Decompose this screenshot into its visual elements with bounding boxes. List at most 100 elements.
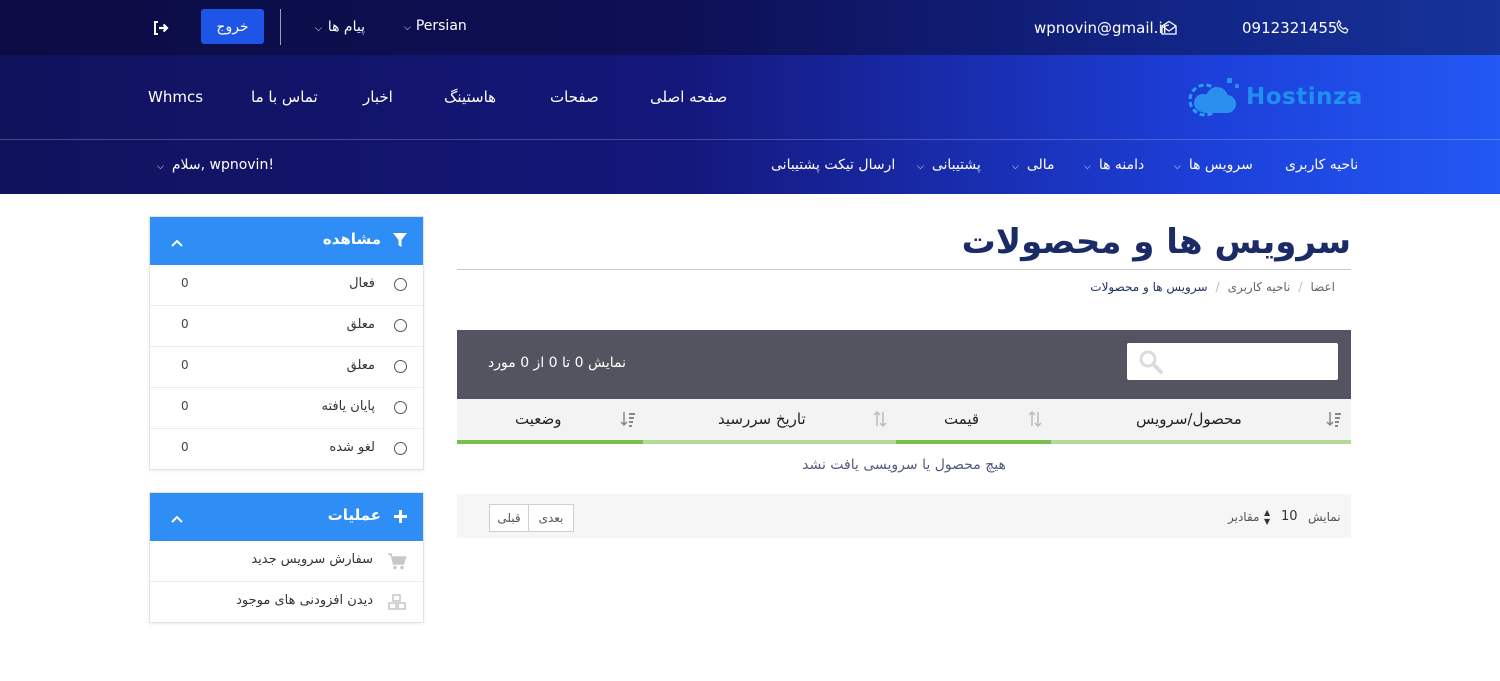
title-underline xyxy=(457,269,1351,270)
sort-desc-icon[interactable] xyxy=(620,410,636,428)
chevron-down-icon: ⌵ xyxy=(1012,162,1019,172)
filter-item[interactable]: فعال 0 xyxy=(150,265,423,306)
panel-title: عملیات xyxy=(327,506,381,524)
client-nav-billing[interactable]: ⌵ مالی xyxy=(1012,157,1055,173)
filter-panel: مشاهده فعال 0 معلق 0 معلق 0 پایان یافته … xyxy=(149,216,424,470)
client-nav-label: سرویس ها xyxy=(1188,157,1253,173)
breadcrumb: اعضا / ناحیه کاربری / سرویس ها و محصولات xyxy=(1090,280,1335,294)
client-nav-area[interactable]: ناحیه کاربری xyxy=(1285,157,1358,173)
messages-menu[interactable]: ⌵ پیام ها xyxy=(315,19,365,35)
client-nav-label: دامنه ها xyxy=(1098,157,1145,173)
language-label: Persian xyxy=(415,18,467,34)
nav-home[interactable]: صفحه اصلی xyxy=(650,88,727,106)
filter-count: 0 xyxy=(181,317,189,331)
radio-icon[interactable] xyxy=(394,278,407,291)
divider xyxy=(280,9,281,45)
language-select[interactable]: ⌵ Persian xyxy=(404,18,467,34)
column-product[interactable]: محصول/سرویس xyxy=(1136,410,1242,428)
filter-count: 0 xyxy=(181,358,189,372)
filter-label: فعال xyxy=(349,276,375,291)
chevron-down-icon: ⌵ xyxy=(1084,162,1091,172)
cubes-icon xyxy=(387,594,407,611)
radio-icon[interactable] xyxy=(394,319,407,332)
radio-icon[interactable] xyxy=(394,401,407,414)
chevron-down-icon: ⌵ xyxy=(315,24,322,34)
filter-label: معلق xyxy=(346,317,375,332)
actions-panel: عملیات سفارش سرویس جدید دیدن افزودنی های… xyxy=(149,492,424,623)
breadcrumb-item[interactable]: اعضا xyxy=(1310,280,1335,294)
phone-number[interactable]: 0912321455 xyxy=(1242,19,1337,37)
chevron-down-icon: ⌵ xyxy=(404,23,411,33)
nav-news[interactable]: اخبار xyxy=(363,88,393,106)
client-nav-label: پشتیبانی xyxy=(931,157,981,173)
select-arrows-icon: ▲ ▼ xyxy=(1264,508,1271,526)
greeting-label: سلام, wpnovin! xyxy=(171,157,274,173)
action-label: دیدن افزودنی های موجود xyxy=(236,593,373,608)
filter-label: معلق xyxy=(346,358,375,373)
table-footer xyxy=(457,494,1351,538)
messages-label: پیام ها xyxy=(327,19,365,35)
column-status[interactable]: وضعیت xyxy=(515,410,561,428)
client-nav-domains[interactable]: ⌵ دامنه ها xyxy=(1084,157,1144,173)
filter-icon xyxy=(392,232,408,249)
column-accent xyxy=(643,440,896,444)
radio-icon[interactable] xyxy=(394,360,407,373)
radio-icon[interactable] xyxy=(394,442,407,455)
sign-out-icon[interactable] xyxy=(152,20,170,36)
nav-whmcs[interactable]: Whmcs xyxy=(148,88,203,106)
panel-title: مشاهده xyxy=(322,230,381,248)
email-link[interactable]: wpnovin@gmail.ir xyxy=(1034,19,1169,37)
filter-count: 0 xyxy=(181,399,189,413)
breadcrumb-item[interactable]: ناحیه کاربری xyxy=(1228,280,1291,294)
nav-contact[interactable]: تماس با ما xyxy=(251,88,318,106)
column-price[interactable]: قیمت xyxy=(944,410,979,428)
cart-icon xyxy=(387,553,407,570)
page-title: سرویس ها و محصولات xyxy=(961,222,1351,262)
breadcrumb-current: سرویس ها و محصولات xyxy=(1090,280,1208,294)
chevron-up-icon[interactable] xyxy=(170,233,184,247)
column-accent xyxy=(457,440,643,444)
nav-hosting[interactable]: هاستینگ xyxy=(444,88,496,106)
sort-desc-icon[interactable] xyxy=(1326,410,1342,428)
sort-icon[interactable] xyxy=(872,410,888,428)
column-accent xyxy=(1051,440,1351,444)
chevron-down-icon: ⌵ xyxy=(917,162,924,172)
action-item[interactable]: دیدن افزودنی های موجود xyxy=(150,582,423,623)
column-accent xyxy=(896,440,1051,444)
client-nav-label: مالی xyxy=(1026,157,1055,173)
page-length-select[interactable]: 10 ▲ ▼ xyxy=(1262,507,1302,529)
action-label: سفارش سرویس جدید xyxy=(251,552,373,567)
search-icon xyxy=(1137,349,1165,375)
client-nav-open-ticket[interactable]: ارسال تیکت پشتیبانی xyxy=(771,157,895,173)
logout-button[interactable]: خروج xyxy=(201,9,264,44)
filter-item[interactable]: معلق 0 xyxy=(150,347,423,388)
sort-icon[interactable] xyxy=(1027,410,1043,428)
action-item[interactable]: سفارش سرویس جدید xyxy=(150,541,423,582)
next-page-button[interactable]: بعدی xyxy=(528,504,574,532)
prev-page-button[interactable]: قبلی xyxy=(489,504,529,532)
chevron-down-icon: ⌵ xyxy=(1174,162,1181,172)
nav-pages[interactable]: صفحات xyxy=(550,88,599,106)
chevron-up-icon[interactable] xyxy=(170,509,184,523)
filter-item[interactable]: لغو شده 0 xyxy=(150,429,423,470)
breadcrumb-separator: / xyxy=(1298,280,1303,294)
filter-label: پایان یافته xyxy=(321,399,375,414)
filter-item[interactable]: معلق 0 xyxy=(150,306,423,347)
length-suffix: مقادیر xyxy=(1228,510,1260,524)
column-due-date[interactable]: تاریخ سررسید xyxy=(718,410,806,428)
plus-icon xyxy=(393,509,408,524)
nav-divider xyxy=(0,139,1500,140)
filter-label: لغو شده xyxy=(329,440,375,455)
panel-header[interactable]: عملیات xyxy=(150,493,423,541)
page-length-value: 10 xyxy=(1281,509,1298,524)
logo-text[interactable]: Hostinza xyxy=(1246,84,1363,110)
panel-header[interactable]: مشاهده xyxy=(150,217,423,265)
client-nav-services[interactable]: ⌵ سرویس ها xyxy=(1174,157,1253,173)
table-info: نمایش 0 تا 0 از 0 مورد xyxy=(488,355,627,371)
empty-table-message: هیچ محصول یا سرویسی یافت نشد xyxy=(802,457,1006,473)
filter-count: 0 xyxy=(181,276,189,290)
client-nav-support[interactable]: ⌵ پشتیبانی xyxy=(917,157,981,173)
filter-item[interactable]: پایان یافته 0 xyxy=(150,388,423,429)
user-greeting-menu[interactable]: ⌵ سلام, wpnovin! xyxy=(157,157,274,173)
chevron-down-icon: ⌵ xyxy=(157,162,164,172)
